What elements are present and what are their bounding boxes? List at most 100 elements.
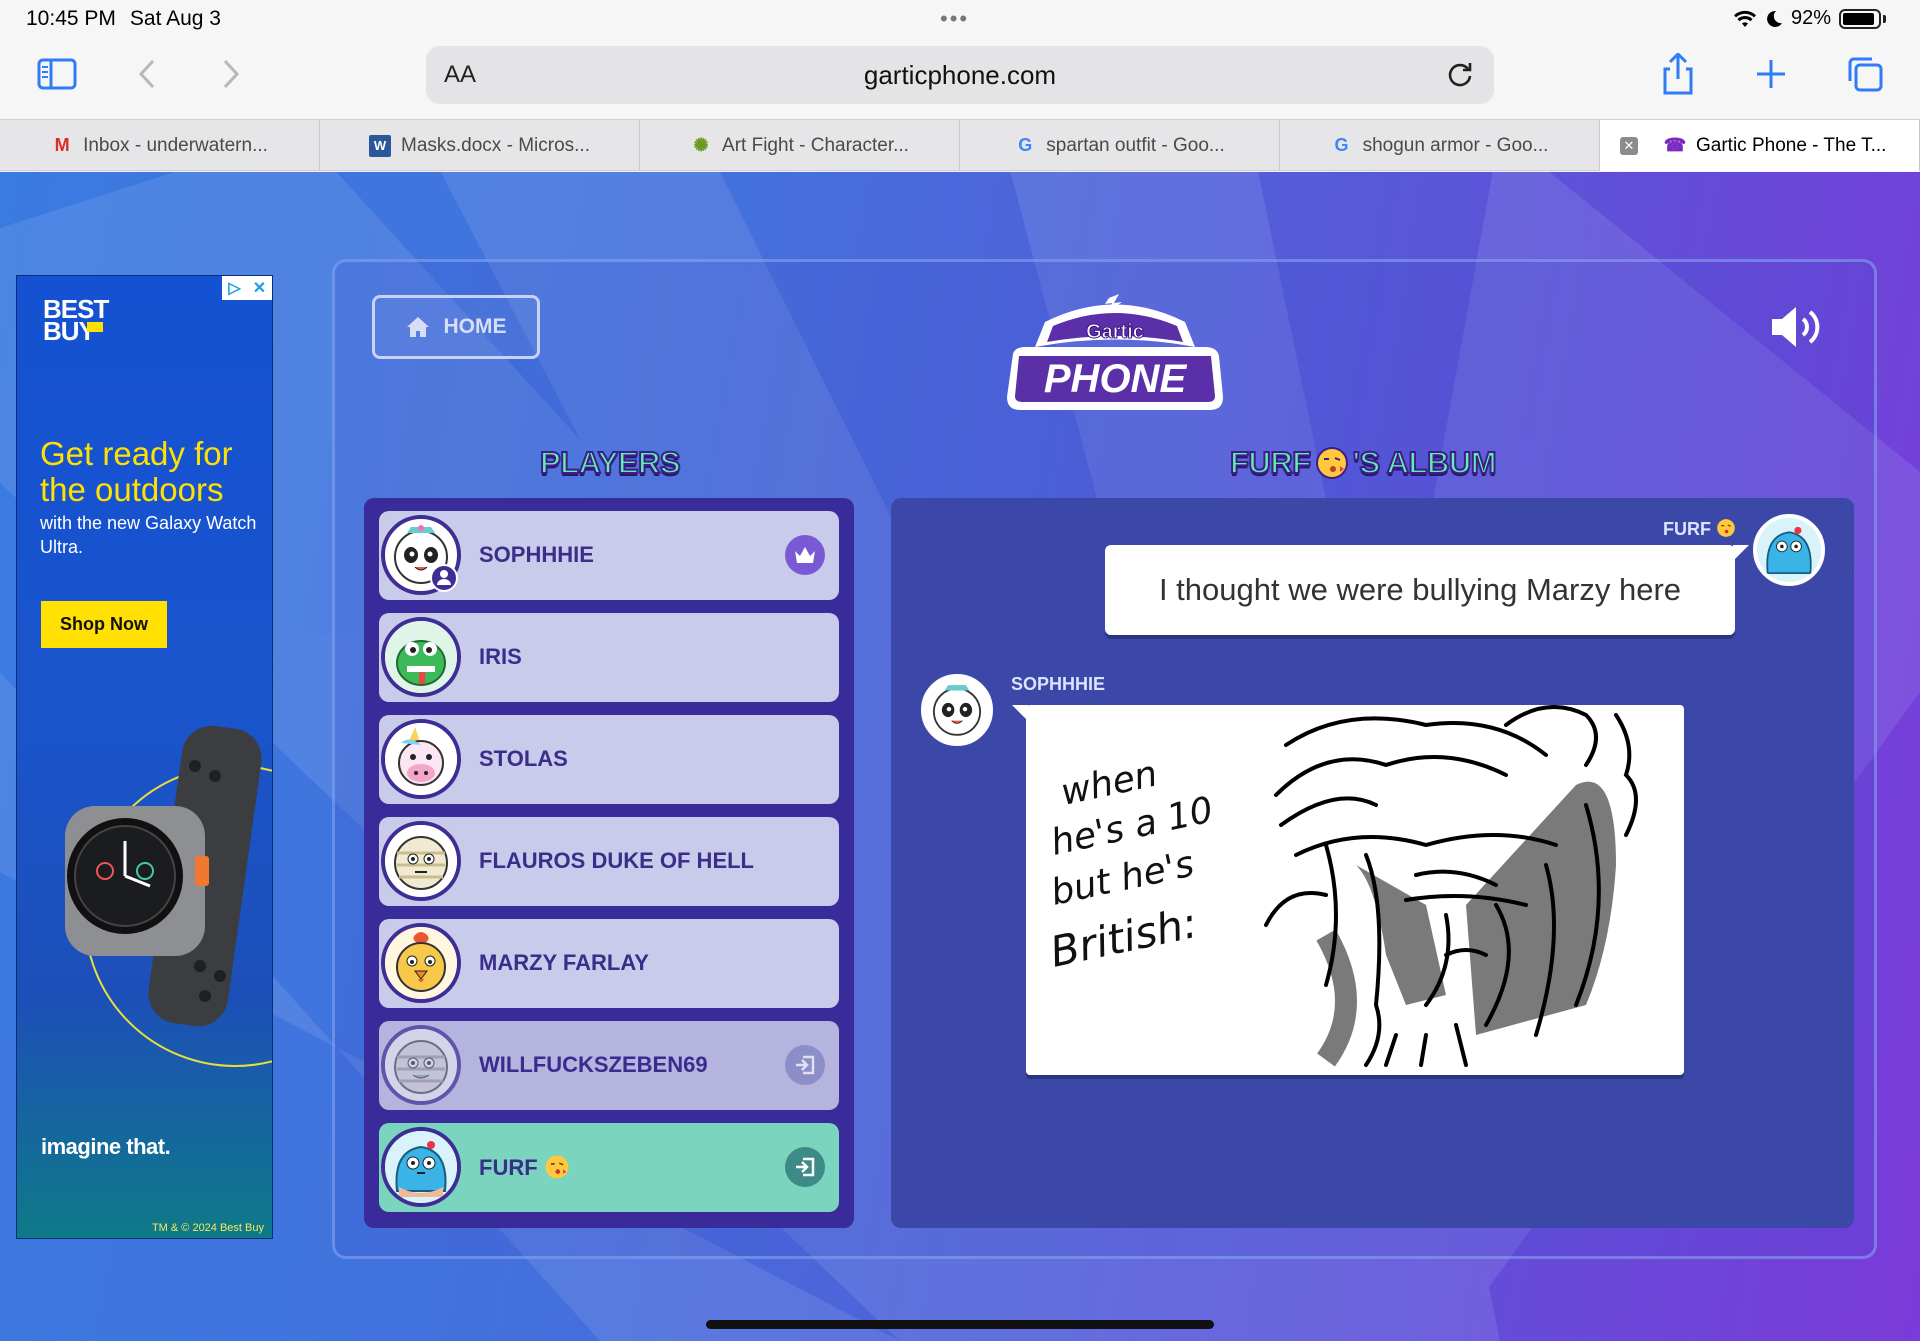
artfight-icon: ✺: [693, 135, 709, 155]
ad-fineprint: TM & © 2024 Best Buy: [151, 1222, 264, 1234]
player-name: FURF: [479, 1155, 538, 1180]
players-list: SOPHHHIE IRIS STOLAS FLAUROS DUKE OF HEL…: [364, 498, 854, 1228]
player-row-marzy[interactable]: MARZY FARLAY: [379, 919, 839, 1008]
sketch-figure: [1264, 705, 1638, 1067]
logo-bottom-text: PHONE: [1044, 357, 1188, 401]
home-indicator[interactable]: [706, 1320, 1214, 1329]
address-bar[interactable]: AA garticphone.com: [426, 46, 1494, 104]
player-name: STOLAS: [479, 746, 568, 771]
web-content: ▷ ✕ BEST BUY Get ready for the outdoors …: [0, 172, 1920, 1341]
sidebar-icon[interactable]: [32, 52, 82, 96]
tab-bar: M Inbox - underwatern... W Masks.docx - …: [0, 119, 1920, 171]
wifi-icon: [1733, 10, 1756, 27]
browser-toolbar: AA garticphone.com: [0, 38, 1920, 119]
google-icon: G: [1018, 135, 1033, 155]
player-row-sophhhie[interactable]: SOPHHHIE: [379, 511, 839, 600]
album-author-sophhhie: SOPHHHIE: [1011, 674, 1106, 694]
players-title: PLAYERS: [539, 444, 682, 481]
google-icon: G: [1334, 135, 1349, 155]
album-owner: FURF: [1229, 444, 1312, 481]
close-tab-icon[interactable]: ✕: [1620, 136, 1638, 155]
player-name: MARZY FARLAY: [479, 950, 649, 975]
new-tab-icon[interactable]: [1746, 52, 1796, 96]
logo-top-text: Gartic: [1086, 321, 1144, 343]
sound-icon[interactable]: [1768, 302, 1824, 352]
status-clock: 10:45 PM Sat Aug 3: [26, 7, 221, 31]
gartic-phone-logo: Gartic PHONE: [1007, 294, 1223, 410]
blob-avatar-icon: [381, 1127, 461, 1207]
crown-icon: [785, 535, 825, 575]
battery-percent: 92%: [1790, 7, 1831, 29]
player-row-furf[interactable]: FURF: [379, 1123, 839, 1212]
exit-icon[interactable]: [785, 1147, 825, 1187]
url-text[interactable]: garticphone.com: [426, 60, 1494, 91]
mummy-avatar-icon: [381, 821, 461, 901]
tab-shogun[interactable]: G shogun armor - Goo...: [1280, 120, 1600, 171]
share-icon[interactable]: [1653, 52, 1703, 96]
multitasking-dots[interactable]: •••: [940, 6, 969, 32]
tab-label: Masks.docx - Micros...: [401, 134, 590, 156]
word-icon: W: [369, 134, 391, 157]
player-name: WILLFUCKSZEBEN69: [479, 1052, 708, 1077]
bestbuy-logo: BEST BUY: [43, 294, 109, 346]
drawing-canvas: when he's a 10 but he's British:: [1046, 705, 1638, 1067]
tab-label: spartan outfit - Goo...: [1046, 134, 1225, 156]
kiss-emoji-icon: [545, 1155, 569, 1179]
forward-icon[interactable]: [206, 52, 256, 96]
mummy-avatar-icon: [381, 1025, 461, 1105]
shop-now-button[interactable]: Shop Now: [41, 601, 167, 648]
bestbuy-tag-icon: [87, 322, 103, 332]
ad-headline: Get ready for the outdoors: [40, 435, 233, 508]
panda-avatar-icon: [921, 674, 993, 746]
player-name: SOPHHHIE: [479, 542, 594, 567]
home-icon: [406, 317, 429, 337]
status-bar: 10:45 PM Sat Aug 3 ••• 92%: [0, 0, 1920, 38]
reload-icon[interactable]: [1444, 59, 1476, 91]
tab-label: Gartic Phone - The T...: [1696, 134, 1887, 156]
player-row-willfuckszeben69[interactable]: WILLFUCKSZEBEN69: [379, 1021, 839, 1110]
exit-icon[interactable]: [785, 1045, 825, 1085]
smartwatch-image: [65, 725, 272, 1067]
album-author-furf: FURF: [1663, 518, 1736, 540]
dino-avatar-icon: [381, 617, 461, 697]
tab-spartan[interactable]: G spartan outfit - Goo...: [960, 120, 1280, 171]
advertisement[interactable]: ▷ ✕ BEST BUY Get ready for the outdoors …: [16, 275, 273, 1239]
gartic-icon: ☎: [1663, 135, 1687, 155]
kiss-emoji-icon: [1717, 519, 1735, 537]
game-panel: HOME Gartic PHONE PLAYERS FURF 'S ALBUM: [332, 259, 1877, 1259]
ad-choices[interactable]: ▷ ✕: [222, 276, 272, 300]
guess-bubble: I thought we were bullying Marzy here: [1105, 545, 1749, 635]
drawing-card: when he's a 10 but he's British:: [1012, 705, 1684, 1075]
home-button[interactable]: HOME: [372, 295, 540, 359]
player-name: IRIS: [479, 644, 522, 669]
tab-label: shogun armor - Goo...: [1362, 134, 1549, 156]
status-time: 10:45 PM: [26, 7, 116, 30]
tab-word[interactable]: W Masks.docx - Micros...: [320, 120, 640, 171]
tab-label: Art Fight - Character...: [722, 134, 909, 156]
tab-gartic[interactable]: ✕ ☎ Gartic Phone - The T...: [1600, 120, 1920, 171]
ad-subtext: with the new Galaxy Watch Ultra.: [40, 513, 257, 557]
guess-text: I thought we were bullying Marzy here: [1158, 572, 1682, 607]
back-icon[interactable]: [122, 52, 172, 96]
player-row-stolas[interactable]: STOLAS: [379, 715, 839, 804]
moon-icon: [1767, 10, 1782, 27]
blob-avatar-icon: [1753, 514, 1825, 586]
adchoices-icon[interactable]: ▷: [222, 276, 247, 300]
kiss-emoji-icon: [1315, 447, 1348, 479]
status-indicators: 92%: [1733, 7, 1886, 30]
album-panel: FURF I thought we were bullying Marzy he…: [891, 498, 1854, 1228]
author-name: FURF: [1663, 519, 1711, 539]
home-label: HOME: [443, 315, 507, 338]
album-suffix: 'S ALBUM: [1352, 444, 1498, 481]
status-date: Sat Aug 3: [129, 7, 221, 30]
tab-overview-icon[interactable]: [1840, 52, 1890, 96]
close-ad-icon[interactable]: ✕: [247, 276, 272, 300]
tab-artfight[interactable]: ✺ Art Fight - Character...: [640, 120, 960, 171]
ad-tagline: imagine that.: [41, 1134, 171, 1159]
player-row-iris[interactable]: IRIS: [379, 613, 839, 702]
tab-gmail[interactable]: M Inbox - underwatern...: [0, 120, 320, 171]
player-row-flauros[interactable]: FLAUROS DUKE OF HELL: [379, 817, 839, 906]
album-title: FURF 'S ALBUM: [1229, 444, 1498, 481]
battery-icon: [1839, 8, 1881, 29]
gmail-icon: M: [54, 135, 70, 155]
